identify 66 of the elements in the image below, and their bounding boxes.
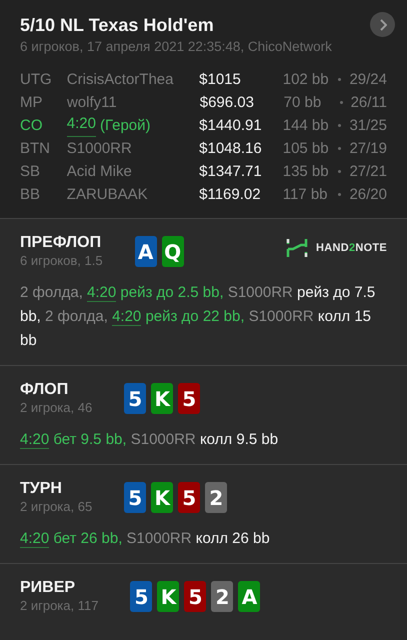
playing-card: 5 [184,581,206,612]
stack-bb: 102 bb [282,70,330,90]
position: MP [20,93,44,113]
action-line: 4:20 бет 9.5 bb, S1000RR колл 9.5 bb [20,430,280,451]
position: CO [20,116,44,136]
position: BB [20,185,42,205]
player-stats: 31/25 [349,116,387,136]
playing-card: 2 [211,581,234,612]
position: BTN [20,139,51,159]
stack-amount: $696.03 [200,93,255,113]
playing-card: 5 [130,581,152,612]
logo-text: HAND2NOTE [316,240,387,256]
hero-label: (Герой) [100,116,150,136]
player-stats: 27/21 [349,162,387,182]
stack-bb: 144 bb [282,116,330,136]
player-name: wolfy11 [66,93,117,113]
stack-amount: $1048.16 [199,139,263,159]
stack-bb: 105 bb [282,139,330,159]
player-link[interactable]: 4:20 [87,284,116,302]
street-subtitle: 2 игрока, 65 [20,499,92,515]
player-name: CrisisActorThea [66,70,174,90]
playing-card: 2 [205,482,228,513]
player-link[interactable]: 4:20 [112,308,142,326]
player-stats: 26/11 [350,93,387,113]
stack-amount: $1169.02 [199,185,262,205]
player-stats: 26/20 [349,185,387,205]
street-subtitle: 6 игроков, 1.5 [20,253,103,269]
player-link[interactable]: 4:20 [20,530,50,548]
playing-card: 5 [124,482,146,513]
playing-card: 5 [178,482,200,513]
playing-card: K [151,482,174,513]
player-stats: 27/19 [349,139,387,159]
street-subtitle: 2 игрока, 117 [20,598,98,614]
playing-card: A [134,236,157,267]
player-name: Acid Mike [66,162,132,182]
player-link[interactable]: 4:20 [20,431,50,449]
logo-icon [286,237,308,259]
stack-bb: 117 bb [282,185,328,205]
hand-title: 5/10 NL Texas Hold'em [20,14,215,37]
playing-card: Q [162,236,184,267]
player-name: ZARUBAAK [66,185,148,205]
hand-subtitle: 6 игроков, 17 апреля 2021 22:35:48, ChicoNetwork [20,38,332,56]
playing-card: A [238,581,260,612]
player-stats: 29/24 [349,70,387,90]
street-title: ПРЕФЛОП [20,233,102,253]
street-title: РИВЕР [20,578,76,598]
playing-card: 5 [178,383,200,414]
street-title: ТУРН [20,479,63,499]
stack-bb: 70 bb [284,93,322,113]
player-link[interactable]: 4:20 [66,114,96,137]
action-line: 4:20 бет 26 bb, S1000RR колл 26 bb [20,529,271,550]
stack-amount: $1347.71 [199,162,263,182]
chevron-right-icon [378,18,386,30]
playing-card: K [151,383,174,414]
stack-amount: $1015 [199,70,242,90]
stack-bb: 135 bb [282,162,330,182]
stack-amount: $1440.91 [199,116,263,136]
playing-card: 5 [124,383,146,414]
action-line: 2 фолда, 4:20 рейз до 2.5 bb, S1000RR рейз до 7.5 bb, 2 фолда, 4:20 рейз до 22 bb, S1000RR колл 15 bb [20,283,376,351]
next-button[interactable] [370,12,395,37]
playing-card: K [157,581,180,612]
position: UTG [20,70,53,90]
street-title: ФЛОП [20,380,70,400]
player-name: S1000RR [66,139,132,159]
street-subtitle: 2 игрока, 46 [20,400,92,416]
position: SB [20,162,42,182]
